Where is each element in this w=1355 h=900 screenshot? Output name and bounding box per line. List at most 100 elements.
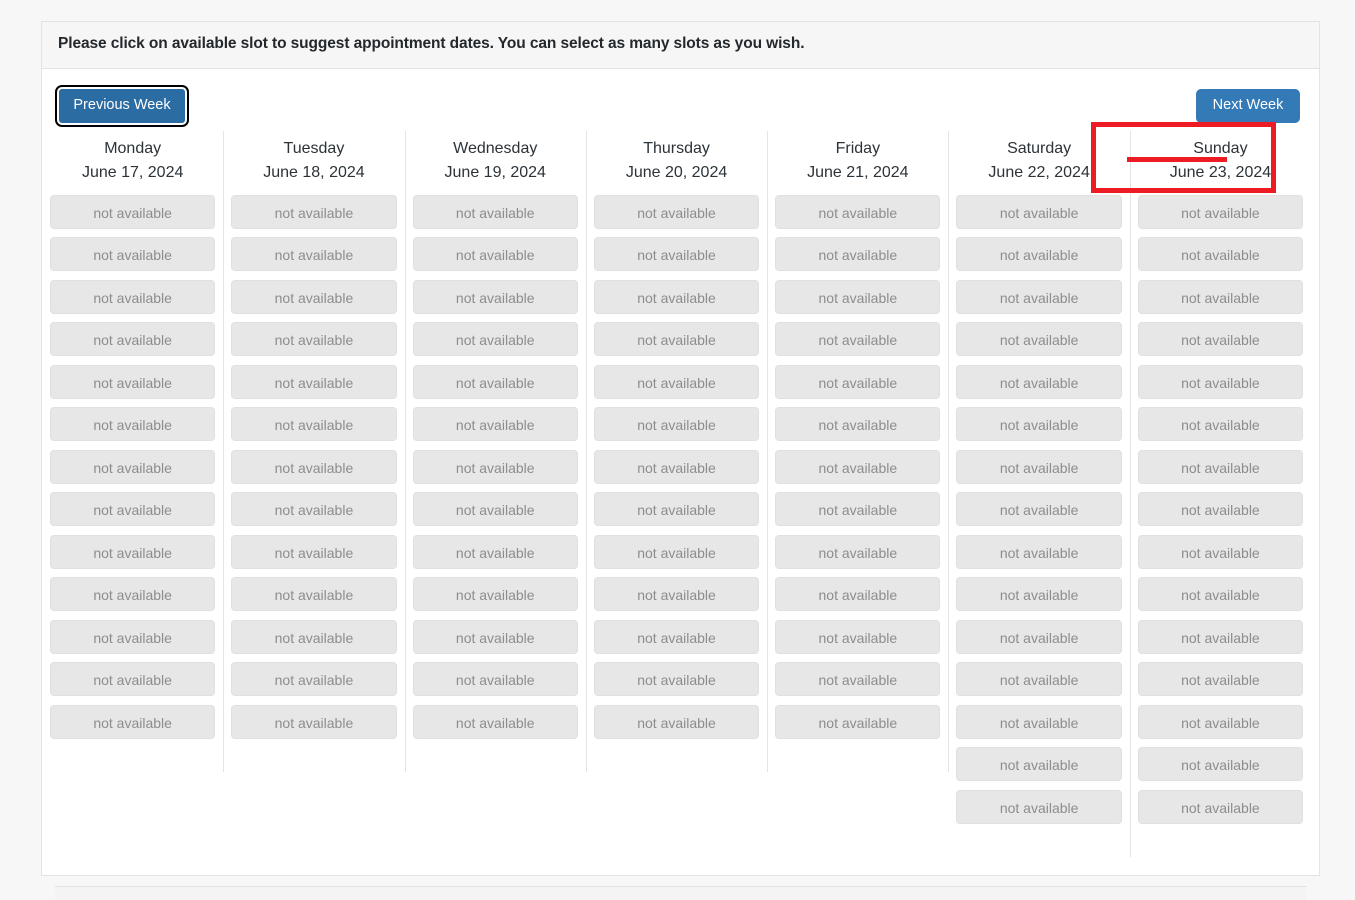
slot-not-available[interactable]: not available xyxy=(1137,194,1304,229)
slot-not-available[interactable]: not available xyxy=(50,322,216,357)
slot-not-available[interactable]: not available xyxy=(50,534,216,569)
slot-not-available[interactable]: not available xyxy=(231,364,397,399)
slot-not-available[interactable]: not available xyxy=(50,279,216,314)
slot-not-available[interactable]: not available xyxy=(231,279,397,314)
slot-not-available[interactable]: not available xyxy=(775,534,941,569)
slot-not-available[interactable]: not available xyxy=(956,577,1122,612)
slot-not-available[interactable]: not available xyxy=(50,492,216,527)
slot-not-available[interactable]: not available xyxy=(412,322,578,357)
slot-not-available[interactable]: not available xyxy=(231,492,397,527)
slot-not-available[interactable]: not available xyxy=(50,704,216,739)
slot-not-available[interactable]: not available xyxy=(593,407,760,442)
slot-not-available[interactable]: not available xyxy=(593,577,760,612)
slot-not-available[interactable]: not available xyxy=(231,619,397,654)
slot-not-available[interactable]: not available xyxy=(956,407,1122,442)
slot-not-available[interactable]: not available xyxy=(775,577,941,612)
slot-not-available[interactable]: not available xyxy=(593,534,760,569)
slot-not-available[interactable]: not available xyxy=(412,279,578,314)
slot-not-available[interactable]: not available xyxy=(593,194,760,229)
slot-not-available[interactable]: not available xyxy=(775,237,941,272)
slot-not-available[interactable]: not available xyxy=(412,662,578,697)
slot-not-available[interactable]: not available xyxy=(50,194,216,229)
slot-not-available[interactable]: not available xyxy=(412,577,578,612)
next-week-button[interactable]: Next Week xyxy=(1196,88,1300,123)
slot-not-available[interactable]: not available xyxy=(412,492,578,527)
slot-not-available[interactable]: not available xyxy=(593,662,760,697)
slot-not-available[interactable]: not available xyxy=(231,704,397,739)
slot-not-available[interactable]: not available xyxy=(956,237,1122,272)
slot-not-available[interactable]: not available xyxy=(231,534,397,569)
slot-not-available[interactable]: not available xyxy=(231,577,397,612)
slot-not-available[interactable]: not available xyxy=(231,237,397,272)
slot-not-available[interactable]: not available xyxy=(1137,322,1304,357)
slot-not-available[interactable]: not available xyxy=(1137,449,1304,484)
slot-not-available[interactable]: not available xyxy=(412,364,578,399)
slot-not-available[interactable]: not available xyxy=(593,619,760,654)
day-name: Thursday xyxy=(643,139,710,157)
slot-not-available[interactable]: not available xyxy=(775,279,941,314)
slot-not-available[interactable]: not available xyxy=(1137,577,1304,612)
slot-not-available[interactable]: not available xyxy=(1137,619,1304,654)
slot-not-available[interactable]: not available xyxy=(593,704,760,739)
day-column: Friday June 21, 2024 not available not avai… xyxy=(767,130,948,772)
slot-not-available[interactable]: not available xyxy=(1137,534,1304,569)
slot-not-available[interactable]: not available xyxy=(412,449,578,484)
slot-not-available[interactable]: not available xyxy=(412,704,578,739)
slot-not-available[interactable]: not available xyxy=(50,577,216,612)
slot-not-available[interactable]: not available xyxy=(412,194,578,229)
slot-not-available[interactable]: not available xyxy=(1137,364,1304,399)
slot-not-available[interactable]: not available xyxy=(775,364,941,399)
slot-not-available[interactable]: not available xyxy=(956,194,1122,229)
slot-not-available[interactable]: not available xyxy=(956,789,1122,824)
slot-not-available[interactable]: not available xyxy=(50,364,216,399)
slot-not-available[interactable]: not available xyxy=(956,747,1122,782)
slot-not-available[interactable]: not available xyxy=(50,619,216,654)
slot-not-available[interactable]: not available xyxy=(231,449,397,484)
previous-week-button[interactable]: Previous Week xyxy=(55,84,189,127)
slot-not-available[interactable]: not available xyxy=(775,662,941,697)
slot-not-available[interactable]: not available xyxy=(956,704,1122,739)
slot-not-available[interactable]: not available xyxy=(956,534,1122,569)
slot-not-available[interactable]: not available xyxy=(231,322,397,357)
slot-not-available[interactable]: not available xyxy=(50,449,216,484)
slot-not-available[interactable]: not available xyxy=(956,662,1122,697)
slot-not-available[interactable]: not available xyxy=(956,449,1122,484)
slot-not-available[interactable]: not available xyxy=(775,704,941,739)
slot-not-available[interactable]: not available xyxy=(412,619,578,654)
slot-not-available[interactable]: not available xyxy=(50,662,216,697)
slot-not-available[interactable]: not available xyxy=(956,364,1122,399)
slot-not-available[interactable]: not available xyxy=(593,449,760,484)
slot-not-available[interactable]: not available xyxy=(1137,747,1304,782)
slot-not-available[interactable]: not available xyxy=(775,322,941,357)
slot-not-available[interactable]: not available xyxy=(956,619,1122,654)
slot-not-available[interactable]: not available xyxy=(412,534,578,569)
slot-not-available[interactable]: not available xyxy=(1137,789,1304,824)
slot-not-available[interactable]: not available xyxy=(593,322,760,357)
slot-not-available[interactable]: not available xyxy=(775,449,941,484)
slot-not-available[interactable]: not available xyxy=(775,492,941,527)
slot-not-available[interactable]: not available xyxy=(231,662,397,697)
slot-not-available[interactable]: not available xyxy=(1137,407,1304,442)
slot-not-available[interactable]: not available xyxy=(775,407,941,442)
slot-not-available[interactable]: not available xyxy=(412,407,578,442)
slot-not-available[interactable]: not available xyxy=(231,194,397,229)
slot-not-available[interactable]: not available xyxy=(775,194,941,229)
slot-not-available[interactable]: not available xyxy=(593,237,760,272)
slot-not-available[interactable]: not available xyxy=(593,364,760,399)
slot-not-available[interactable]: not available xyxy=(956,322,1122,357)
slot-not-available[interactable]: not available xyxy=(231,407,397,442)
slot-not-available[interactable]: not available xyxy=(593,492,760,527)
slot-not-available[interactable]: not available xyxy=(412,237,578,272)
slot-not-available[interactable]: not available xyxy=(775,619,941,654)
slot-not-available[interactable]: not available xyxy=(50,407,216,442)
slot-not-available[interactable]: not available xyxy=(956,492,1122,527)
slot-not-available[interactable]: not available xyxy=(593,279,760,314)
slot-not-available[interactable]: not available xyxy=(50,237,216,272)
slot-not-available[interactable]: not available xyxy=(1137,492,1304,527)
slot-not-available[interactable]: not available xyxy=(1137,704,1304,739)
slot-not-available[interactable]: not available xyxy=(1137,237,1304,272)
slot-not-available[interactable]: not available xyxy=(956,279,1122,314)
slot-not-available[interactable]: not available xyxy=(1137,279,1304,314)
day-date: June 22, 2024 xyxy=(988,163,1090,181)
slot-not-available[interactable]: not available xyxy=(1137,662,1304,697)
